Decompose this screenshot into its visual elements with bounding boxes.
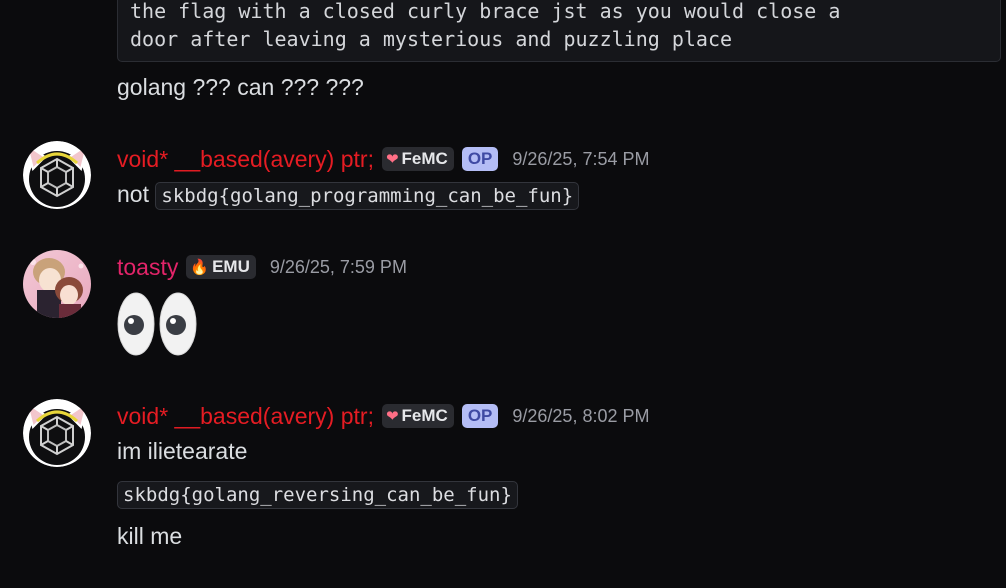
guild-tag[interactable]: ❤ FeMC xyxy=(381,147,454,171)
op-badge: OP xyxy=(461,404,499,428)
message-text: golang ??? can ??? ??? xyxy=(117,74,364,100)
anime-couple-avatar xyxy=(23,250,91,318)
message-header: toasty 🔥 EMU 9/26/25, 7:59 PM xyxy=(117,252,407,282)
message-body: skbdg{golang_reversing_can_be_fun} xyxy=(117,480,518,509)
message-text: not xyxy=(117,181,149,207)
code-line: the flag with a closed curly brace jst a… xyxy=(130,0,841,23)
message-header: void* __based(avery) ptr; ❤ FeMC OP 9/26… xyxy=(117,401,649,431)
guild-tag[interactable]: 🔥 EMU xyxy=(186,255,256,279)
eyes-icon xyxy=(117,292,197,356)
username[interactable]: toasty xyxy=(117,254,178,281)
inline-code: skbdg{golang_programming_can_be_fun} xyxy=(155,182,580,210)
guild-tag-label: FeMC xyxy=(401,406,448,425)
message-header: void* __based(avery) ptr; ❤ FeMC OP 9/26… xyxy=(117,144,649,174)
guild-tag[interactable]: ❤ FeMC xyxy=(381,404,454,428)
timestamp[interactable]: 9/26/25, 7:59 PM xyxy=(270,257,407,278)
code-line: door after leaving a mysterious and puzz… xyxy=(130,27,733,51)
message-text: kill me xyxy=(117,523,183,549)
guild-tag-label: FeMC xyxy=(401,149,448,168)
inline-code: skbdg{golang_reversing_can_be_fun} xyxy=(117,481,518,509)
message-text: im ilietearate xyxy=(117,438,248,464)
timestamp[interactable]: 9/26/25, 8:02 PM xyxy=(512,406,649,427)
cat-ears-cube-icon xyxy=(23,141,91,209)
avatar[interactable] xyxy=(23,250,91,318)
username[interactable]: void* __based(avery) ptr; xyxy=(117,403,374,430)
flame-icon: 🔥 xyxy=(190,258,210,276)
heart-icon: ❤ xyxy=(385,150,399,168)
code-block: the flag with a closed curly brace jst a… xyxy=(117,0,1001,62)
op-badge: OP xyxy=(461,147,499,171)
username[interactable]: void* __based(avery) ptr; xyxy=(117,146,374,173)
cat-ears-cube-icon xyxy=(23,399,91,467)
avatar[interactable] xyxy=(23,141,91,209)
heart-icon: ❤ xyxy=(385,407,399,425)
guild-tag-label: EMU xyxy=(212,257,250,276)
avatar[interactable] xyxy=(23,399,91,467)
timestamp[interactable]: 9/26/25, 7:54 PM xyxy=(512,149,649,170)
message-body: not skbdg{golang_programming_can_be_fun} xyxy=(117,181,580,210)
